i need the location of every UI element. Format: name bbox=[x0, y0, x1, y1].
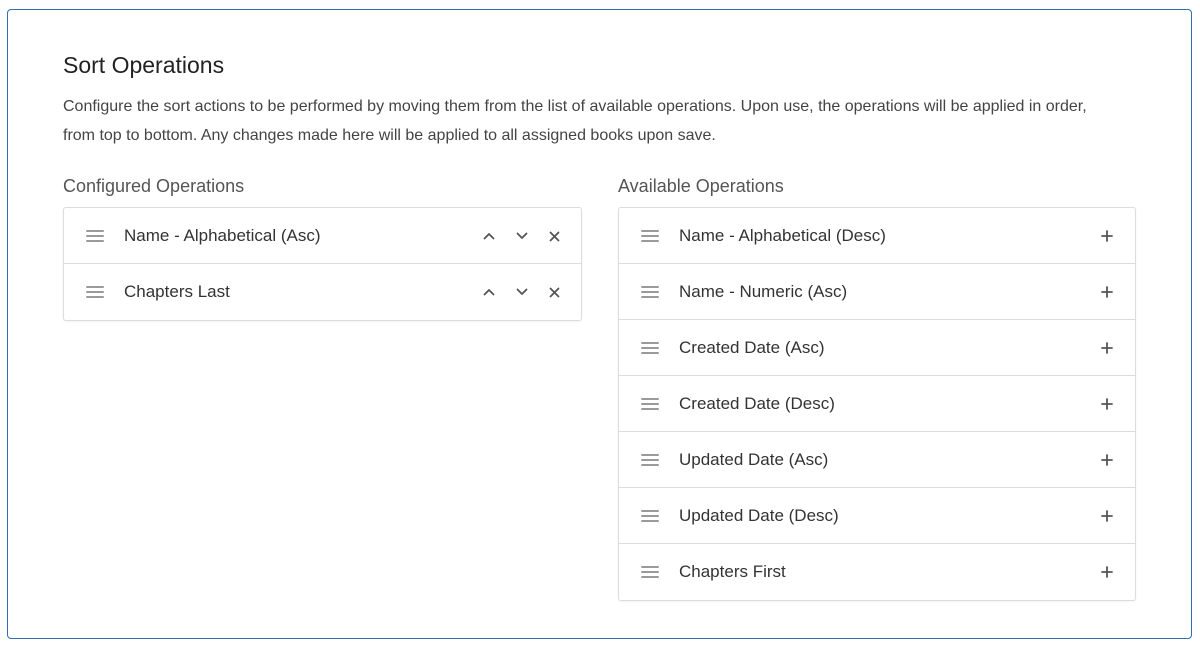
configured-item-label: Name - Alphabetical (Asc) bbox=[124, 225, 321, 245]
plus-icon bbox=[1101, 230, 1113, 242]
add-button[interactable] bbox=[1093, 278, 1121, 306]
item-actions bbox=[472, 222, 571, 250]
configured-item[interactable]: Name - Alphabetical (Asc) bbox=[64, 208, 581, 264]
chevron-down-icon bbox=[516, 232, 527, 239]
move-down-button[interactable] bbox=[505, 222, 538, 250]
plus-icon bbox=[1101, 510, 1113, 522]
drag-handle-icon[interactable] bbox=[641, 398, 659, 410]
add-button[interactable] bbox=[1093, 558, 1121, 586]
available-item[interactable]: Name - Alphabetical (Desc) bbox=[619, 208, 1135, 264]
move-up-button[interactable] bbox=[472, 278, 505, 306]
add-button[interactable] bbox=[1093, 502, 1121, 530]
configured-item[interactable]: Chapters Last bbox=[64, 264, 581, 320]
available-item-label: Updated Date (Desc) bbox=[679, 505, 839, 525]
plus-icon bbox=[1101, 566, 1113, 578]
sort-operations-panel: Sort Operations Configure the sort actio… bbox=[7, 9, 1192, 639]
drag-handle-icon[interactable] bbox=[641, 286, 659, 298]
available-operations-label: Available Operations bbox=[618, 176, 784, 196]
available-item-label: Chapters First bbox=[679, 562, 786, 581]
chevron-down-icon bbox=[516, 288, 527, 295]
drag-handle-icon[interactable] bbox=[641, 566, 659, 578]
page-title: Sort Operations bbox=[63, 52, 225, 78]
drag-handle-icon[interactable] bbox=[641, 342, 659, 354]
add-button[interactable] bbox=[1093, 446, 1121, 474]
chevron-up-icon bbox=[483, 233, 494, 240]
available-item[interactable]: Created Date (Asc) bbox=[619, 320, 1135, 376]
configured-item-label: Chapters Last bbox=[124, 282, 230, 301]
item-actions bbox=[472, 278, 571, 306]
configured-operations-label: Configured Operations bbox=[63, 176, 245, 196]
plus-icon bbox=[1101, 286, 1113, 298]
drag-handle-icon[interactable] bbox=[86, 230, 104, 242]
drag-handle-icon[interactable] bbox=[641, 510, 659, 522]
add-button[interactable] bbox=[1093, 334, 1121, 362]
close-icon bbox=[549, 231, 560, 241]
available-item-label: Created Date (Desc) bbox=[679, 393, 835, 413]
drag-handle-icon[interactable] bbox=[641, 230, 659, 242]
move-up-button[interactable] bbox=[472, 222, 505, 250]
chevron-up-icon bbox=[483, 289, 494, 296]
drag-handle-icon[interactable] bbox=[641, 454, 659, 466]
plus-icon bbox=[1101, 398, 1113, 410]
plus-icon bbox=[1101, 454, 1113, 466]
configured-operations-list: Name - Alphabetical (Asc) Chapters Last bbox=[63, 207, 582, 321]
add-button[interactable] bbox=[1093, 390, 1121, 418]
remove-button[interactable] bbox=[538, 278, 571, 306]
close-icon bbox=[549, 287, 560, 297]
available-item[interactable]: Name - Numeric (Asc) bbox=[619, 264, 1135, 320]
available-operations-list: Name - Alphabetical (Desc) Name - Numeri… bbox=[618, 207, 1136, 601]
available-item-label: Name - Alphabetical (Desc) bbox=[679, 225, 886, 245]
available-item[interactable]: Updated Date (Asc) bbox=[619, 432, 1135, 488]
available-item[interactable]: Updated Date (Desc) bbox=[619, 488, 1135, 544]
page-description: Configure the sort actions to be perform… bbox=[63, 98, 1087, 144]
available-item-label: Created Date (Asc) bbox=[679, 337, 825, 357]
remove-button[interactable] bbox=[538, 222, 571, 250]
add-button[interactable] bbox=[1093, 222, 1121, 250]
available-item-label: Updated Date (Asc) bbox=[679, 449, 829, 469]
drag-handle-icon[interactable] bbox=[86, 286, 104, 298]
available-item-label: Name - Numeric (Asc) bbox=[679, 281, 848, 301]
plus-icon bbox=[1101, 342, 1113, 354]
available-item[interactable]: Chapters First bbox=[619, 544, 1135, 600]
available-item[interactable]: Created Date (Desc) bbox=[619, 376, 1135, 432]
move-down-button[interactable] bbox=[505, 278, 538, 306]
